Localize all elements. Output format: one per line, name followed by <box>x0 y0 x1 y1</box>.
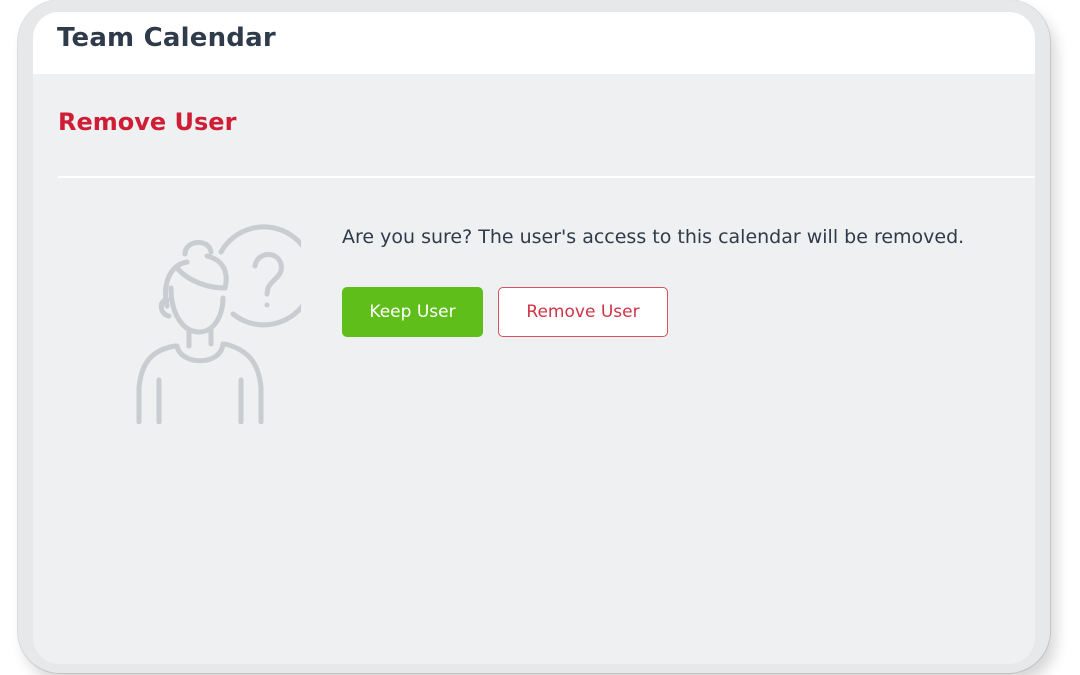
app-title: Team Calendar <box>57 23 276 53</box>
person-question-icon <box>136 224 301 424</box>
dialog-title: Remove User <box>58 108 237 136</box>
device-frame: Team Calendar Remove User Are you sure? … <box>18 0 1050 673</box>
app-window: Team Calendar Remove User Are you sure? … <box>33 12 1035 664</box>
keep-user-button[interactable]: Keep User <box>342 287 483 337</box>
confirmation-message: Are you sure? The user's access to this … <box>342 226 965 248</box>
remove-user-button[interactable]: Remove User <box>498 287 668 337</box>
app-header: Team Calendar <box>33 12 1035 74</box>
divider <box>58 176 1035 178</box>
